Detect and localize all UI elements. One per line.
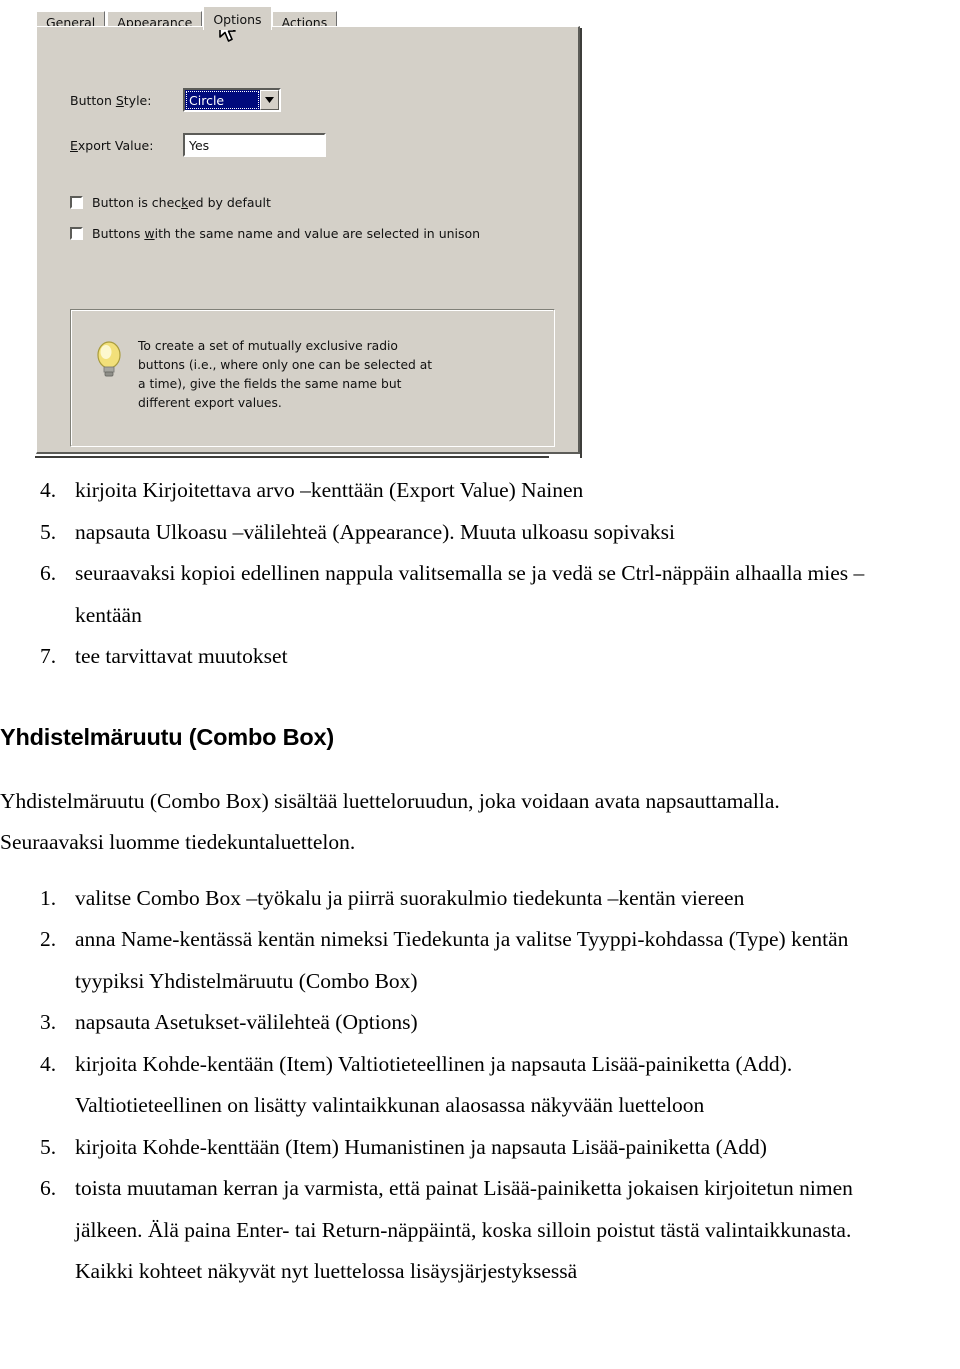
list-item-line: tee tarvittavat muutokset — [75, 644, 288, 668]
list-item-line: napsauta Ulkoasu –välilehteä (Appearance… — [75, 519, 676, 544]
list-item-line: Kaikki kohteet näkyvät nyt luettelossa l… — [75, 1259, 578, 1283]
tip-group-box: To create a set of mutually exclusive ra… — [70, 309, 555, 447]
options-tab-panel: Button Style: Circle Export Value: Yes B… — [36, 26, 580, 454]
list-item-line: tyypiksi Yhdistelmäruutu (Combo Box) — [75, 968, 418, 993]
tip-line: buttons (i.e., where only one can be sel… — [138, 358, 433, 372]
list-item-line: jälkeen. Älä paina Enter- tai Return-näp… — [75, 1217, 852, 1242]
list-item-number: 4. — [40, 478, 57, 502]
section-heading: Yhdistelmäruutu (Combo Box) — [0, 723, 335, 750]
list-item-line: valitse Combo Box –työkalu ja piirrä suo… — [75, 885, 745, 910]
button-style-combo-value: Circle — [185, 90, 260, 110]
checkbox-selected-in-unison-label: Buttons with the same name and value are… — [92, 226, 481, 241]
list-item: 4. kirjoita Kohde-kentään (Item) Valtiot… — [0, 1044, 960, 1127]
list-item: 7. tee tarvittavat muutokset — [0, 636, 960, 678]
button-style-label: Button Style: — [70, 93, 152, 108]
list-item-line: kentään — [75, 602, 142, 627]
tab-options[interactable]: Options — [203, 6, 272, 30]
list-item-line: anna Name-kentässä kentän nimeksi Tiedek… — [75, 927, 849, 951]
paragraph: Seuraavaksi luomme tiedekuntaluettelon. — [0, 830, 356, 854]
list-item-number: 6. — [40, 561, 57, 585]
pdf-field-properties-dialog: General Appearance Options Actions Butto… — [33, 0, 583, 460]
dialog-drop-shadow-bottom — [35, 456, 549, 458]
lightbulb-icon — [94, 339, 124, 386]
export-value-label: Export Value: — [70, 138, 154, 153]
list-item: 6. toista muutaman kerran ja varmista, e… — [0, 1168, 960, 1293]
list-item-line: kirjoita Kohde-kentään (Item) Valtiotiet… — [75, 1051, 793, 1076]
list-item-number: 5. — [40, 1134, 57, 1159]
button-style-combo[interactable]: Circle — [183, 88, 281, 112]
paragraph: Yhdistelmäruutu (Combo Box) sisältää lue… — [0, 788, 780, 813]
list-item-line: kirjoita Kirjoitettava arvo –kenttään (E… — [75, 478, 584, 502]
list-item-line: kirjoita Kohde-kenttään (Item) Humanisti… — [75, 1134, 767, 1159]
list-item: 3. napsauta Asetukset-välilehteä (Option… — [0, 1002, 960, 1044]
list-item-number: 4. — [40, 1051, 57, 1076]
instruction-list-radio-button: 4. kirjoita Kirjoitettava arvo –kenttään… — [0, 470, 960, 678]
list-item: 5. napsauta Ulkoasu –välilehteä (Appeara… — [0, 512, 960, 554]
list-item-line: toista muutaman kerran ja varmista, että… — [75, 1176, 853, 1200]
list-item-number: 6. — [40, 1176, 57, 1200]
list-item: 1. valitse Combo Box –työkalu ja piirrä … — [0, 878, 960, 920]
tip-line: different export values. — [138, 396, 282, 410]
checkbox-checked-by-default-label: Button is checked by default — [92, 195, 271, 210]
list-item: 5. kirjoita Kohde-kenttään (Item) Humani… — [0, 1127, 960, 1169]
checkbox-checked-by-default[interactable]: Button is checked by default — [70, 195, 271, 210]
tip-line: To create a set of mutually exclusive ra… — [138, 339, 398, 353]
document-body: 4. kirjoita Kirjoitettava arvo –kenttään… — [0, 470, 960, 1293]
list-item: 4. kirjoita Kirjoitettava arvo –kenttään… — [0, 470, 960, 512]
list-item-number: 2. — [40, 927, 57, 951]
export-value-input[interactable]: Yes — [183, 133, 326, 157]
list-item-line: napsauta Asetukset-välilehteä (Options) — [75, 1010, 418, 1034]
list-item-number: 1. — [40, 885, 57, 910]
checkbox-selected-in-unison[interactable]: Buttons with the same name and value are… — [70, 226, 480, 241]
list-item-number: 3. — [40, 1010, 57, 1034]
list-item-number: 7. — [40, 644, 57, 668]
instruction-list-combo-box: 1. valitse Combo Box –työkalu ja piirrä … — [0, 878, 960, 1293]
list-item: 6. seuraavaksi kopioi edellinen nappula … — [0, 553, 960, 636]
chevron-down-icon[interactable] — [260, 90, 279, 110]
list-item-line: Valtiotieteellinen on lisätty valintaikk… — [75, 1093, 705, 1117]
tip-text: To create a set of mutually exclusive ra… — [138, 337, 432, 413]
list-item-line: seuraavaksi kopioi edellinen nappula val… — [75, 561, 865, 585]
tip-line: a time), give the fields the same name b… — [138, 377, 402, 391]
list-item: 2. anna Name-kentässä kentän nimeksi Tie… — [0, 919, 960, 1002]
list-item-number: 5. — [40, 519, 57, 544]
dialog-drop-shadow-right — [580, 28, 582, 458]
tab-options-label: Options — [213, 12, 262, 27]
checkbox-box-icon — [70, 196, 83, 209]
checkbox-box-icon — [70, 227, 83, 240]
